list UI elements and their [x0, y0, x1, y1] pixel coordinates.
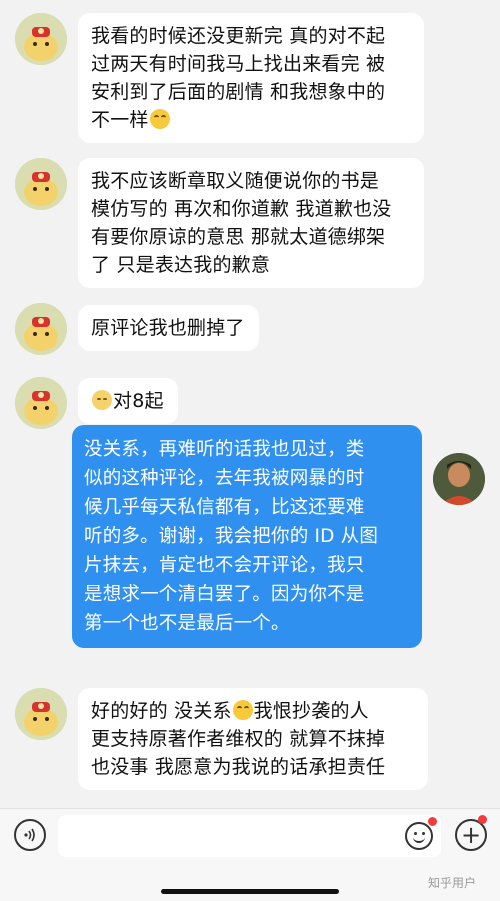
notification-dot	[428, 817, 437, 826]
message-text-line: 安利到了后面的剧情 和我想象中的	[91, 81, 386, 103]
sad-face-emoji-icon	[92, 390, 112, 410]
message-text-line: 候几乎每天私信都有，比这还要难	[84, 497, 365, 518]
contact-avatar[interactable]	[15, 688, 67, 740]
my-avatar[interactable]	[433, 453, 485, 505]
message-text-line: 我恨抄袭的人	[253, 700, 369, 722]
watermark: 知乎用户	[428, 876, 477, 890]
message-text-line: 模仿写的 再次和你道歉 我道歉也没	[91, 198, 392, 220]
message-input[interactable]	[58, 815, 441, 857]
crying-laughing-emoji-icon	[149, 109, 170, 129]
message-text-line: 有要你原谅的意思 那就太道德绑架	[91, 226, 386, 248]
notification-dot	[478, 815, 487, 824]
message-text-line: 更支持原著作者维权的 就算不抹掉	[91, 728, 386, 750]
emoji-mouth	[413, 836, 425, 843]
input-bar: +	[0, 808, 500, 901]
message-text-line: 也没事 我愿意为我说的话承担责任	[91, 756, 386, 778]
message-text-line: 片抹去，肯定也不会开评论，我只	[84, 555, 365, 576]
message-text-line: 听的多。谢谢，我会把你的 ID 从图	[84, 526, 379, 547]
message-text-line: 我看的时候还没更新完 真的对不起	[91, 25, 386, 47]
voice-icon[interactable]	[14, 819, 46, 851]
message-text-line: 了 只是表达我的歉意	[91, 254, 271, 276]
message-text-line: 似的这种评论，去年我被网暴的时	[84, 468, 365, 489]
message-bubble-5-outgoing[interactable]: 没关系，再难听的话我也见过，类 似的这种评论，去年我被网暴的时 候几乎每天私信都…	[72, 425, 422, 648]
emoji-icon[interactable]	[405, 822, 433, 850]
message-bubble-1[interactable]: 我看的时候还没更新完 真的对不起 过两天有时间我马上找出来看完 被 安利到了后面…	[78, 13, 424, 143]
emoji-eye	[422, 832, 425, 835]
contact-avatar[interactable]	[15, 13, 67, 65]
home-indicator[interactable]	[161, 889, 339, 894]
contact-avatar[interactable]	[15, 303, 67, 355]
message-bubble-2[interactable]: 我不应该断章取义随便说你的书是 模仿写的 再次和你道歉 我道歉也没 有要你原谅的…	[78, 158, 424, 288]
message-text-line: 好的好的 没关系	[91, 700, 232, 722]
message-text-line: 不一样	[91, 109, 149, 131]
message-bubble-3[interactable]: 原评论我也删掉了	[78, 305, 259, 351]
message-text-line: 原评论我也删掉了	[91, 317, 245, 339]
message-bubble-4[interactable]: 对8起	[78, 378, 178, 424]
crying-laughing-emoji-icon	[232, 700, 253, 720]
emoji-eye	[414, 832, 417, 835]
message-text-line: 第一个也不是最后一个。	[84, 613, 290, 634]
message-text-line: 没关系，再难听的话我也见过，类	[84, 439, 365, 460]
message-text-line: 我不应该断章取义随便说你的书是	[91, 170, 380, 192]
contact-avatar[interactable]	[15, 377, 67, 429]
message-text-line: 对8起	[113, 390, 164, 412]
chat-area[interactable]: 我看的时候还没更新完 真的对不起 过两天有时间我马上找出来看完 被 安利到了后面…	[0, 0, 500, 808]
contact-avatar[interactable]	[15, 158, 67, 210]
message-text-line: 过两天有时间我马上找出来看完 被	[91, 53, 386, 75]
message-bubble-6[interactable]: 好的好的 没关系 我恨抄袭的人 更支持原著作者维权的 就算不抹掉 也没事 我愿意为…	[78, 688, 428, 790]
message-text-line: 是想求一个清白罢了。因为你不是	[84, 584, 365, 605]
